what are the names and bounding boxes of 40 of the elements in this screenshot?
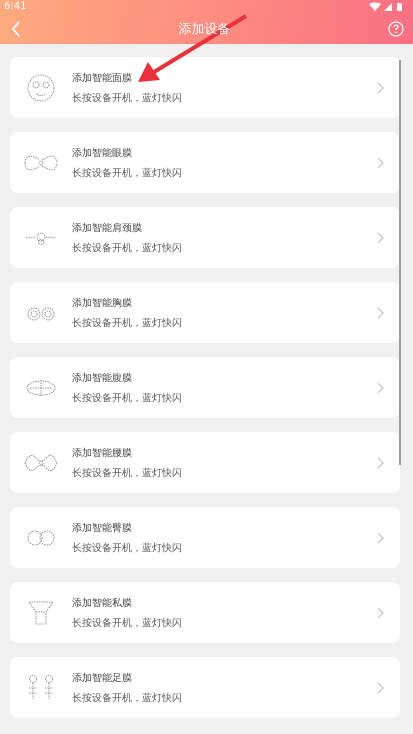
chevron-icon [377, 532, 384, 544]
device-title: 添加智能腰膜 [72, 446, 133, 460]
device-title: 添加智能臀膜 [72, 522, 133, 534]
device-card[interactable]: 添加智能臀膜 长按设备开机，蓝灯快闪 [10, 507, 400, 568]
device-card[interactable]: 添加智能足膜 长按设备开机，蓝灯快闪 [10, 657, 400, 718]
status-time: 6:41 [4, 1, 26, 12]
device-hint: 长按设备开机，蓝灯快闪 [72, 466, 183, 480]
chevron-icon [377, 682, 384, 694]
chevron-icon [377, 306, 384, 318]
device-hint: 长按设备开机，蓝灯快闪 [72, 616, 183, 630]
device-hint: 长按设备开机，蓝灯快闪 [72, 542, 183, 554]
help-icon[interactable] [388, 20, 404, 36]
device-title: 添加智能胸膜 [72, 296, 133, 310]
chevron-icon [377, 82, 384, 94]
chevron-icon [377, 232, 384, 244]
device-title: 添加智能面膜 [72, 72, 133, 84]
page-title: 添加设备 [178, 20, 230, 38]
device-hint: 长按设备开机，蓝灯快闪 [72, 166, 183, 180]
device-card[interactable]: 添加智能面膜 长按设备开机，蓝灯快闪 [10, 57, 400, 118]
device-card[interactable]: 添加智能腰膜 长按设备开机，蓝灯快闪 [10, 432, 400, 493]
device-card[interactable]: 添加智能胸膜 长按设备开机，蓝灯快闪 [10, 282, 400, 343]
device-hint: 长按设备开机，蓝灯快闪 [72, 392, 183, 404]
device-card[interactable]: 添加智能私膜 长按设备开机，蓝灯快闪 [10, 582, 400, 643]
device-title: 添加智能腹膜 [72, 372, 133, 384]
device-card[interactable]: 添加智能腹膜 长按设备开机，蓝灯快闪 [10, 357, 400, 418]
device-hint: 长按设备开机，蓝灯快闪 [72, 316, 183, 330]
device-hint: 长按设备开机，蓝灯快闪 [72, 692, 183, 704]
device-title: 添加智能足膜 [72, 672, 133, 684]
device-hint: 长按设备开机，蓝灯快闪 [72, 242, 183, 254]
device-title: 添加智能肩颈膜 [72, 222, 143, 234]
device-title: 添加智能眼膜 [72, 146, 133, 160]
chevron-icon [377, 606, 384, 618]
device-hint: 长按设备开机，蓝灯快闪 [72, 92, 183, 104]
back-icon[interactable] [11, 20, 21, 36]
chevron-icon [377, 382, 384, 394]
chevron-icon [377, 456, 384, 468]
device-card[interactable]: 添加智能眼膜 长按设备开机，蓝灯快闪 [10, 132, 400, 193]
device-card[interactable]: 添加智能肩颈膜 长按设备开机，蓝灯快闪 [10, 207, 400, 268]
device-title: 添加智能私膜 [72, 596, 133, 610]
chevron-icon [377, 156, 384, 168]
